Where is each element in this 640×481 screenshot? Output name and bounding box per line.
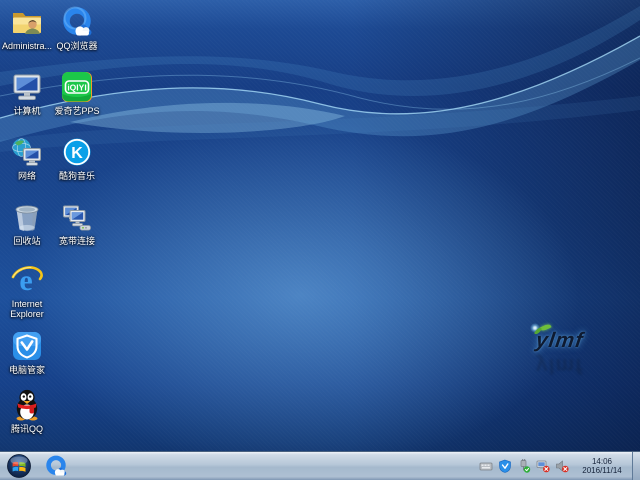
icon-label: 回收站 (13, 236, 40, 246)
volume-muted-icon[interactable] (555, 459, 569, 473)
icon-label: 计算机 (13, 106, 40, 116)
desktop-icon-computer[interactable]: 计算机 (1, 70, 53, 116)
desktop-icon-iqiyi[interactable]: iQIYI 爱奇艺PPS (51, 70, 103, 116)
icon-label: 腾讯QQ (11, 424, 43, 434)
windows-logo-icon (7, 454, 31, 478)
desktop-icon-broadband[interactable]: 宽带连接 (51, 200, 103, 246)
desktop-icon-qq-browser[interactable]: QQ浏览器 (51, 5, 103, 51)
desktop-icon-recycle-bin[interactable]: 回收站 (1, 200, 53, 246)
desktop-icon-administrator[interactable]: Administra... (1, 5, 53, 51)
qq-browser-icon (60, 5, 94, 39)
user-folder-icon (10, 5, 44, 39)
network-icon (10, 135, 44, 169)
icon-label: 爱奇艺PPS (54, 106, 99, 116)
iqiyi-icon: iQIYI (60, 70, 94, 104)
broadband-icon (60, 200, 94, 234)
icon-label: 电脑管家 (9, 365, 45, 375)
icon-label: Internet Explorer (1, 299, 53, 319)
pc-manager-icon (10, 329, 44, 363)
clock-time: 14:06 (576, 457, 628, 466)
taskbar-qq-browser-button[interactable] (43, 453, 69, 479)
show-desktop-button[interactable] (632, 452, 640, 480)
system-tray (479, 459, 569, 473)
network-disconnected-icon[interactable] (536, 459, 550, 473)
recycle-bin-icon (10, 200, 44, 234)
icon-label: 网络 (18, 171, 36, 181)
icon-label: 酷狗音乐 (59, 171, 95, 181)
desktop-icon-internet-explorer[interactable]: e Internet Explorer (1, 263, 53, 319)
desktop-icon-kugou[interactable]: K 酷狗音乐 (51, 135, 103, 181)
input-method-keyboard-icon[interactable] (479, 459, 493, 473)
qq-browser-icon (44, 454, 68, 478)
taskbar: 14:06 2016/11/14 (0, 451, 640, 480)
desktop-icon-tencent-qq[interactable]: 腾讯QQ (1, 388, 53, 434)
taskbar-clock[interactable]: 14:06 2016/11/14 (576, 457, 628, 475)
ie-icon: e (10, 263, 44, 297)
start-button[interactable] (7, 454, 31, 478)
svg-text:iQIYI: iQIYI (67, 83, 86, 93)
desktop-icon-network[interactable]: 网络 (1, 135, 53, 181)
computer-icon (10, 70, 44, 104)
qq-penguin-icon (10, 388, 44, 422)
icon-label: Administra... (2, 41, 52, 51)
clock-date: 2016/11/14 (576, 466, 628, 475)
pc-manager-tray-shield-icon[interactable] (498, 459, 512, 473)
kugou-icon: K (60, 135, 94, 169)
icon-label: 宽带连接 (59, 236, 95, 246)
svg-text:K: K (71, 145, 83, 162)
desktop-icon-pc-manager[interactable]: 电脑管家 (1, 329, 53, 375)
icon-label: QQ浏览器 (56, 41, 97, 51)
safely-remove-hardware-icon[interactable] (517, 459, 531, 473)
